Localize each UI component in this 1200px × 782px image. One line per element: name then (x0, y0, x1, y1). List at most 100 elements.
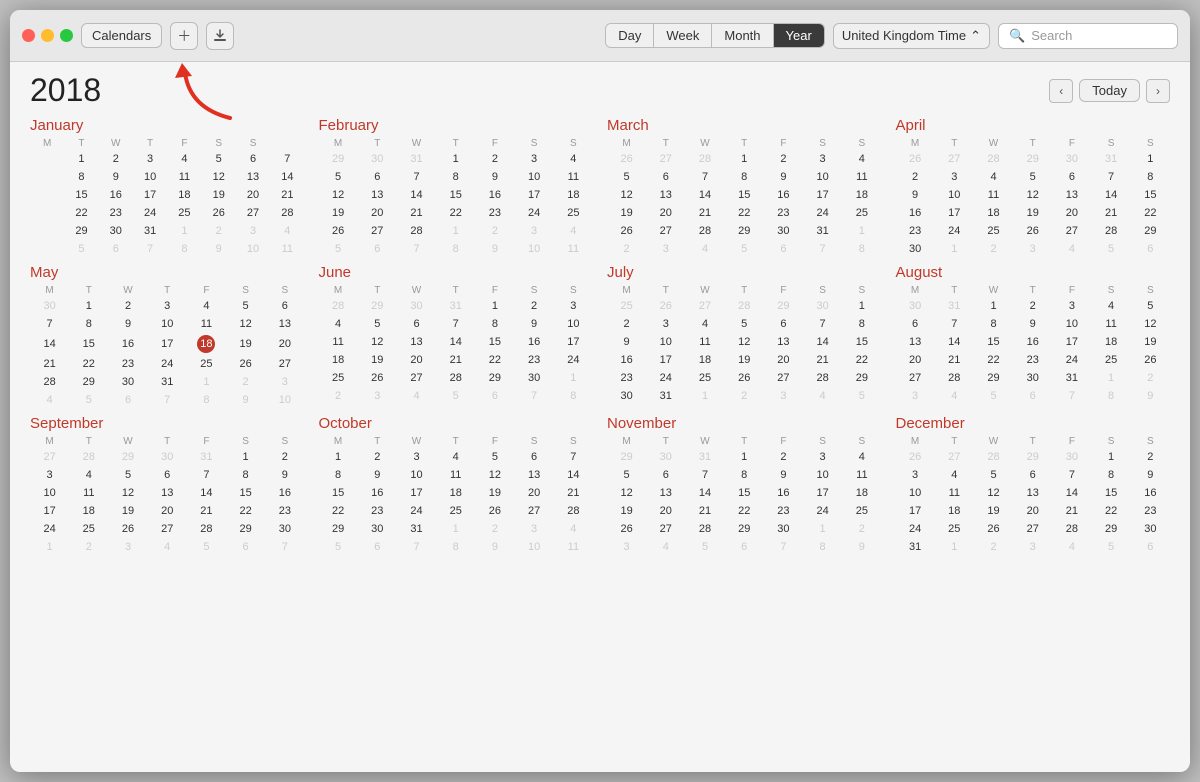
calendar-day[interactable]: 5 (319, 240, 358, 258)
calendar-day[interactable]: 1 (1092, 448, 1131, 466)
calendar-day[interactable]: 3 (236, 222, 270, 240)
calendar-day[interactable]: 5 (69, 391, 108, 409)
calendar-day[interactable]: 11 (270, 240, 304, 258)
calendar-day[interactable]: 28 (554, 502, 593, 520)
today-button[interactable]: Today (1079, 79, 1140, 102)
calendar-day[interactable]: 30 (265, 520, 304, 538)
calendar-day[interactable]: 16 (475, 186, 514, 204)
month-name-april[interactable]: April (896, 117, 1171, 134)
calendar-day[interactable]: 28 (187, 520, 226, 538)
calendar-day[interactable]: 23 (896, 222, 935, 240)
calendar-day[interactable]: 21 (397, 204, 436, 222)
calendar-day[interactable]: 4 (935, 466, 974, 484)
calendar-day[interactable]: 29 (69, 373, 108, 391)
calendar-day[interactable]: 5 (226, 297, 265, 315)
calendar-day[interactable]: 13 (764, 333, 803, 351)
calendar-day[interactable]: 15 (475, 333, 514, 351)
calendar-day[interactable]: 5 (108, 466, 147, 484)
calendar-day[interactable]: 22 (436, 204, 475, 222)
calendar-day[interactable]: 5 (436, 387, 475, 405)
calendar-day[interactable]: 17 (30, 502, 69, 520)
calendar-day[interactable]: 9 (265, 466, 304, 484)
calendar-day[interactable]: 4 (554, 150, 593, 168)
calendar-day[interactable]: 19 (108, 502, 147, 520)
calendar-day[interactable]: 23 (358, 502, 397, 520)
calendar-day[interactable]: 28 (685, 222, 724, 240)
calendar-day[interactable]: 22 (319, 502, 358, 520)
calendar-day[interactable] (30, 168, 64, 186)
calendar-day[interactable]: 11 (935, 484, 974, 502)
calendar-day[interactable]: 24 (554, 351, 593, 369)
calendar-day[interactable]: 31 (1092, 150, 1131, 168)
calendar-day[interactable]: 12 (725, 333, 764, 351)
calendar-day[interactable]: 22 (842, 351, 881, 369)
calendar-day[interactable]: 2 (108, 297, 147, 315)
calendar-day[interactable]: 4 (935, 387, 974, 405)
calendar-day[interactable]: 19 (319, 204, 358, 222)
calendar-day[interactable]: 30 (99, 222, 133, 240)
calendar-day[interactable]: 28 (974, 448, 1013, 466)
calendar-day[interactable]: 4 (69, 466, 108, 484)
calendar-day[interactable]: 29 (1092, 520, 1131, 538)
calendar-day[interactable]: 2 (896, 168, 935, 186)
calendar-day[interactable] (30, 150, 64, 168)
calendar-day[interactable]: 29 (725, 222, 764, 240)
search-box[interactable]: 🔍 Search (998, 23, 1178, 49)
calendar-day[interactable]: 19 (607, 204, 646, 222)
calendar-day[interactable]: 22 (475, 351, 514, 369)
calendar-day[interactable]: 18 (1092, 333, 1131, 351)
calendar-day[interactable]: 1 (319, 448, 358, 466)
calendar-day[interactable]: 7 (803, 240, 842, 258)
calendar-day[interactable]: 19 (725, 351, 764, 369)
calendar-day[interactable]: 14 (397, 186, 436, 204)
calendar-day[interactable]: 6 (358, 538, 397, 556)
calendar-day[interactable]: 8 (187, 391, 226, 409)
calendar-day[interactable]: 24 (148, 355, 187, 373)
calendar-day[interactable]: 14 (554, 466, 593, 484)
calendar-day[interactable]: 1 (725, 448, 764, 466)
calendar-day[interactable]: 22 (974, 351, 1013, 369)
calendar-day[interactable]: 4 (554, 520, 593, 538)
calendar-day[interactable]: 2 (725, 387, 764, 405)
calendar-day[interactable]: 3 (607, 538, 646, 556)
calendar-day[interactable]: 7 (30, 315, 69, 333)
calendar-day[interactable]: 11 (685, 333, 724, 351)
calendar-day[interactable]: 8 (436, 168, 475, 186)
calendar-day[interactable]: 7 (1052, 466, 1091, 484)
calendar-day[interactable]: 3 (148, 297, 187, 315)
calendar-day[interactable]: 15 (1092, 484, 1131, 502)
calendar-day[interactable]: 3 (515, 222, 554, 240)
calendar-day[interactable]: 2 (69, 538, 108, 556)
calendar-day[interactable]: 4 (803, 387, 842, 405)
calendar-day[interactable]: 27 (30, 448, 69, 466)
calendar-day[interactable]: 3 (935, 168, 974, 186)
calendar-day[interactable]: 8 (319, 466, 358, 484)
calendar-day[interactable]: 7 (265, 538, 304, 556)
calendar-day[interactable]: 25 (167, 204, 201, 222)
calendar-day[interactable]: 1 (1131, 150, 1170, 168)
calendar-day[interactable]: 2 (607, 240, 646, 258)
calendar-day[interactable]: 28 (1092, 222, 1131, 240)
calendar-day[interactable]: 19 (475, 484, 514, 502)
calendar-day[interactable]: 6 (646, 466, 685, 484)
calendar-day[interactable]: 2 (475, 520, 514, 538)
calendar-day[interactable]: 22 (69, 355, 108, 373)
calendar-day[interactable]: 31 (685, 448, 724, 466)
calendar-day[interactable]: 16 (1131, 484, 1170, 502)
calendar-day[interactable]: 7 (554, 448, 593, 466)
calendar-day[interactable]: 1 (64, 150, 98, 168)
calendar-day[interactable]: 25 (554, 204, 593, 222)
calendar-day[interactable]: 6 (896, 315, 935, 333)
calendar-day[interactable]: 8 (842, 240, 881, 258)
calendar-day[interactable]: 16 (265, 484, 304, 502)
calendar-day[interactable]: 6 (646, 168, 685, 186)
calendar-day[interactable]: 11 (319, 333, 358, 351)
calendar-day[interactable]: 22 (64, 204, 98, 222)
calendar-day[interactable]: 1 (436, 222, 475, 240)
calendar-day[interactable]: 25 (69, 520, 108, 538)
calendar-day[interactable]: 13 (397, 333, 436, 351)
calendar-day[interactable]: 25 (187, 355, 226, 373)
month-view-button[interactable]: Month (712, 24, 773, 47)
calendar-day[interactable]: 2 (319, 387, 358, 405)
calendar-day[interactable]: 2 (515, 297, 554, 315)
